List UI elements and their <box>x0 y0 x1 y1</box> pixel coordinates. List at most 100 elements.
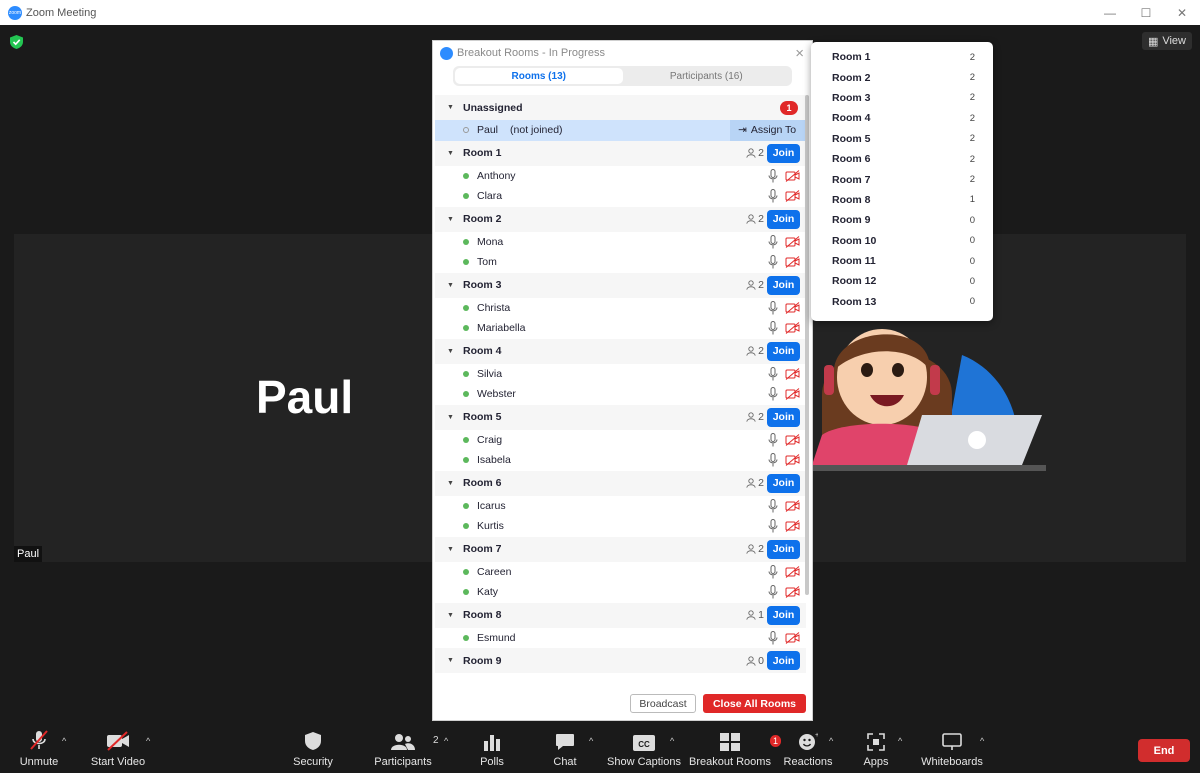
member-name: Isabela <box>477 454 511 467</box>
room-member-row[interactable]: Tom <box>435 252 806 273</box>
assign-menu-item[interactable]: Room 11 0 <box>811 251 993 271</box>
assign-menu-item[interactable]: Room 10 0 <box>811 231 993 251</box>
end-meeting-button[interactable]: End <box>1138 739 1190 762</box>
join-button[interactable]: Join <box>767 539 800 559</box>
close-icon[interactable]: × <box>795 45 804 62</box>
room-header[interactable]: ▼ Room 1 2 Join <box>435 140 806 166</box>
tab-rooms[interactable]: Rooms (13) <box>455 68 623 84</box>
assign-menu-item[interactable]: Room 12 0 <box>811 271 993 291</box>
assign-menu-item[interactable]: Room 5 2 <box>811 129 993 149</box>
assign-menu-item[interactable]: Room 6 2 <box>811 149 993 169</box>
room-member-row[interactable]: Silvia <box>435 363 806 384</box>
start-video-button[interactable]: Start Video <box>90 725 146 773</box>
reactions-button[interactable]: + Reactions <box>784 725 833 773</box>
security-button[interactable]: Security <box>292 725 334 773</box>
assign-menu-item[interactable]: Room 4 2 <box>811 108 993 128</box>
maximize-button[interactable]: ☐ <box>1128 0 1164 25</box>
room-member-row[interactable]: Anthony <box>435 165 806 186</box>
room-member-row[interactable]: Mariabella <box>435 318 806 339</box>
room-member-row[interactable]: Clara <box>435 186 806 207</box>
assign-menu-item[interactable]: Room 7 2 <box>811 169 993 189</box>
captions-chevron-icon[interactable]: ^ <box>670 736 674 746</box>
show-captions-button[interactable]: CC Show Captions <box>607 725 681 773</box>
encryption-shield-icon[interactable] <box>10 35 23 49</box>
room-header[interactable]: ▼ Room 2 2 Join <box>435 206 806 232</box>
microphone-icon <box>768 519 778 533</box>
close-all-rooms-button[interactable]: Close All Rooms <box>703 694 806 713</box>
unmute-button[interactable]: Unmute <box>16 725 62 773</box>
collapse-caret-icon[interactable]: ▼ <box>447 546 455 553</box>
unassigned-header[interactable]: ▼ Unassigned 1 <box>435 95 806 120</box>
participants-chevron-icon[interactable]: ^ <box>444 736 448 746</box>
collapse-caret-icon[interactable]: ▼ <box>447 414 455 421</box>
collapse-caret-icon[interactable]: ▼ <box>447 612 455 619</box>
close-window-button[interactable]: ✕ <box>1164 0 1200 25</box>
assign-menu-item[interactable]: Room 2 2 <box>811 67 993 87</box>
room-member-row[interactable]: Mona <box>435 231 806 252</box>
join-button[interactable]: Join <box>767 473 800 493</box>
polls-button[interactable]: Polls <box>478 725 506 773</box>
chat-chevron-icon[interactable]: ^ <box>589 736 593 746</box>
room-member-row[interactable]: Esmund <box>435 627 806 648</box>
join-button[interactable]: Join <box>767 651 800 670</box>
broadcast-button[interactable]: Broadcast <box>630 694 696 713</box>
join-button[interactable]: Join <box>767 275 800 295</box>
room-header[interactable]: ▼ Room 4 2 Join <box>435 338 806 364</box>
participants-icon <box>391 734 415 750</box>
unassigned-member-row[interactable]: Paul (not joined) ⇥ Assign To <box>435 120 806 141</box>
join-button[interactable]: Join <box>767 341 800 361</box>
room-member-row[interactable]: Christa <box>435 297 806 318</box>
minimize-button[interactable]: — <box>1092 0 1128 25</box>
room-name: Room 7 <box>463 543 502 555</box>
video-options-chevron-icon[interactable]: ^ <box>146 736 150 746</box>
participants-button[interactable]: 2 Participants <box>374 725 439 773</box>
room-member-row[interactable]: Icarus <box>435 495 806 516</box>
apps-button[interactable]: Apps <box>862 725 890 773</box>
audio-options-chevron-icon[interactable]: ^ <box>62 736 66 746</box>
assign-menu-item[interactable]: Room 8 1 <box>811 190 993 210</box>
assign-menu-item[interactable]: Room 1 2 <box>811 47 993 67</box>
view-button[interactable]: ▦ View <box>1141 32 1192 50</box>
room-member-row[interactable]: Kurtis <box>435 516 806 537</box>
breakout-rooms-button[interactable]: 1 Breakout Rooms <box>689 725 782 773</box>
collapse-caret-icon[interactable]: ▼ <box>447 216 455 223</box>
join-button[interactable]: Join <box>767 143 800 163</box>
video-off-icon <box>785 631 800 644</box>
room-member-row[interactable]: Katy <box>435 582 806 603</box>
collapse-caret-icon[interactable]: ▼ <box>447 480 455 487</box>
whiteboards-button[interactable]: Whiteboards <box>920 725 984 773</box>
room-member-row[interactable]: Isabela <box>435 450 806 471</box>
room-member-row[interactable]: Careen <box>435 561 806 582</box>
collapse-caret-icon[interactable]: ▼ <box>447 150 455 157</box>
zoom-logo-icon: zoom <box>8 5 22 20</box>
room-member-row[interactable]: Webster <box>435 384 806 405</box>
whiteboards-chevron-icon[interactable]: ^ <box>980 736 984 746</box>
room-header[interactable]: ▼ Room 7 2 Join <box>435 536 806 562</box>
join-button[interactable]: Join <box>767 407 800 427</box>
join-button[interactable]: Join <box>767 209 800 229</box>
room-list-scrollbar[interactable] <box>805 95 809 595</box>
room-member-row[interactable]: Craig <box>435 429 806 450</box>
collapse-caret-icon[interactable]: ▼ <box>447 282 455 289</box>
assign-to-button[interactable]: ⇥ Assign To <box>730 120 806 141</box>
collapse-caret-icon[interactable]: ▼ <box>447 348 455 355</box>
room-header[interactable]: ▼ Room 8 1 Join <box>435 602 806 628</box>
collapse-caret-icon[interactable]: ▼ <box>447 104 455 111</box>
reactions-chevron-icon[interactable]: ^ <box>829 736 833 746</box>
room-header[interactable]: ▼ Room 9 0 Join <box>435 648 806 673</box>
collapse-caret-icon[interactable]: ▼ <box>447 657 455 664</box>
join-button[interactable]: Join <box>767 605 800 625</box>
room-header[interactable]: ▼ Room 6 2 Join <box>435 470 806 496</box>
tab-participants[interactable]: Participants (16) <box>623 68 791 84</box>
room-header[interactable]: ▼ Room 3 2 Join <box>435 272 806 298</box>
assign-menu-item[interactable]: Room 9 0 <box>811 210 993 230</box>
assign-menu-item[interactable]: Room 13 0 <box>811 292 993 312</box>
chat-button[interactable]: Chat <box>550 725 580 773</box>
room-header[interactable]: ▼ Room 5 2 Join <box>435 404 806 430</box>
room-list: ▼ Unassigned 1 Paul (not joined) ⇥ Assig… <box>435 95 806 681</box>
assign-menu-item[interactable]: Room 3 2 <box>811 88 993 108</box>
dialog-title: Breakout Rooms - In Progress <box>457 47 605 59</box>
speaker-name: Paul <box>256 371 354 423</box>
video-off-icon <box>785 235 800 248</box>
apps-chevron-icon[interactable]: ^ <box>898 736 902 746</box>
